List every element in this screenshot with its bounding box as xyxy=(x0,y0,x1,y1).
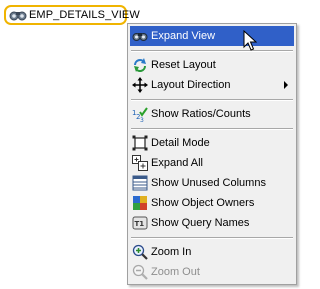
object-owners-icon xyxy=(132,195,148,211)
menu-item-label: Reset Layout xyxy=(151,59,216,71)
menu-item-expand-all[interactable]: Expand All xyxy=(130,153,294,173)
view-node[interactable]: EMP_DETAILS_VIEW xyxy=(4,5,140,25)
menu-item-label: Show Object Owners xyxy=(151,197,255,209)
menu-item-label: Show Ratios/Counts xyxy=(151,108,251,120)
context-menu: Expand View Reset Layout Layout Directio… xyxy=(127,23,297,285)
menu-item-label: Zoom In xyxy=(151,246,192,258)
expand-all-icon xyxy=(132,155,148,171)
menu-item-reset-layout[interactable]: Reset Layout xyxy=(130,55,294,75)
menu-item-label: Expand All xyxy=(151,157,203,169)
menu-item-show-ratios-counts[interactable]: 1 2 3 Show Ratios/Counts xyxy=(130,104,294,124)
menu-item-label: Show Unused Columns xyxy=(151,177,266,189)
mouse-cursor-icon xyxy=(243,30,257,51)
menu-item-layout-direction[interactable]: Layout Direction xyxy=(130,75,294,95)
move-arrows-icon xyxy=(132,77,148,93)
menu-separator xyxy=(131,99,293,101)
unused-columns-icon xyxy=(132,175,148,191)
view-binoculars-icon xyxy=(9,8,27,22)
svg-text:T1: T1 xyxy=(135,220,145,228)
menu-item-label: Show Query Names xyxy=(151,217,250,229)
menu-separator xyxy=(131,128,293,130)
menu-item-label: Zoom Out xyxy=(151,266,200,278)
zoom-out-icon xyxy=(132,264,148,280)
svg-text:3: 3 xyxy=(140,117,144,122)
menu-item-show-object-owners[interactable]: Show Object Owners xyxy=(130,193,294,213)
zoom-in-icon xyxy=(132,244,148,260)
menu-separator xyxy=(131,50,293,52)
menu-item-show-unused-columns[interactable]: Show Unused Columns xyxy=(130,173,294,193)
menu-item-zoom-out[interactable]: Zoom Out xyxy=(130,262,294,282)
menu-item-label: Layout Direction xyxy=(151,79,231,91)
menu-item-detail-mode[interactable]: Detail Mode xyxy=(130,133,294,153)
detail-mode-icon xyxy=(132,135,148,151)
submenu-arrow-icon xyxy=(284,81,288,89)
menu-item-zoom-in[interactable]: Zoom In xyxy=(130,242,294,262)
menu-separator xyxy=(131,237,293,239)
reset-layout-icon xyxy=(132,57,148,73)
menu-item-show-query-names[interactable]: T1 Show Query Names xyxy=(130,213,294,233)
view-node-label: EMP_DETAILS_VIEW xyxy=(29,9,140,21)
ratios-counts-icon: 1 2 3 xyxy=(132,106,148,124)
menu-item-label: Expand View xyxy=(151,30,216,42)
menu-item-label: Detail Mode xyxy=(151,137,210,149)
binoculars-icon xyxy=(132,28,148,44)
menu-item-expand-view[interactable]: Expand View xyxy=(130,26,294,46)
query-names-icon: T1 xyxy=(132,215,148,231)
